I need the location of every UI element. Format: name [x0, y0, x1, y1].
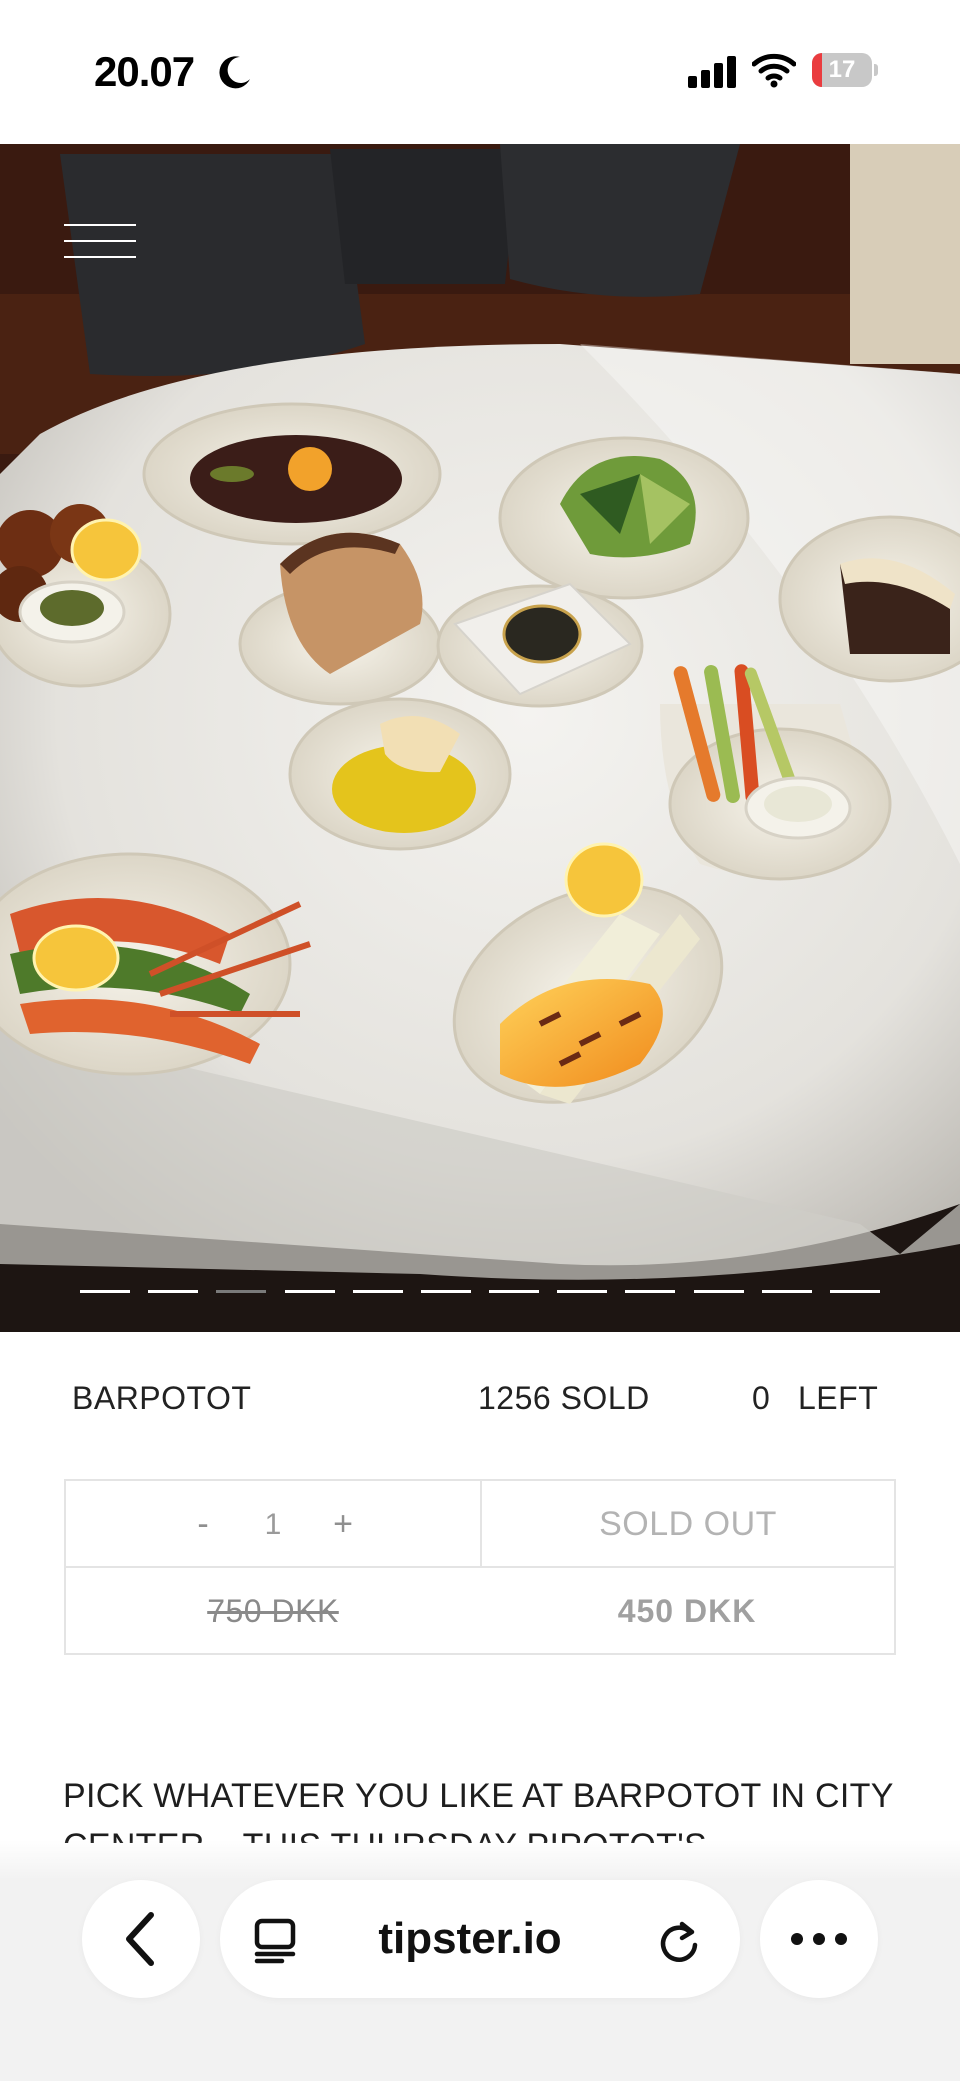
battery-level: 17	[828, 56, 856, 83]
more-icon	[791, 1933, 847, 1945]
left-label: LEFT	[798, 1380, 879, 1416]
sold-count: 1256 SOLD	[478, 1380, 650, 1416]
address-bar[interactable]: tipster.io	[220, 1880, 740, 1998]
signal-icon	[688, 56, 736, 88]
status-bar: 20.07 17	[0, 0, 960, 144]
carousel-dot[interactable]	[216, 1290, 267, 1293]
product-name: BARPOTOT	[72, 1380, 252, 1416]
menu-button[interactable]	[58, 214, 138, 258]
product-description: PICK WHATEVER YOU LIKE AT BARPOTOT IN CI…	[63, 1777, 894, 1843]
food-table-photo	[0, 144, 960, 1332]
sold-out-button[interactable]: SOLD OUT	[480, 1481, 894, 1568]
moon-icon	[219, 56, 250, 89]
status-time: 20.07	[94, 48, 195, 95]
discounted-price: 450 DKK	[617, 1593, 757, 1629]
url-text: tipster.io	[378, 1914, 562, 1963]
carousel-indicator	[80, 1290, 880, 1302]
carousel-dot[interactable]	[489, 1290, 540, 1293]
carousel-dot[interactable]	[148, 1290, 199, 1293]
more-button[interactable]	[760, 1880, 878, 1998]
hero-image[interactable]	[0, 144, 960, 1332]
carousel-dot[interactable]	[557, 1290, 608, 1293]
browser-toolbar: tipster.io	[0, 1840, 960, 2081]
sold-out-label: SOLD OUT	[599, 1505, 777, 1543]
back-icon	[126, 1912, 154, 1966]
carousel-dot[interactable]	[761, 1290, 812, 1293]
battery-icon: 17	[812, 53, 878, 87]
original-price: 750 DKK	[207, 1593, 339, 1629]
back-button[interactable]	[82, 1880, 200, 1998]
carousel-dot[interactable]	[352, 1290, 403, 1293]
carousel-dot[interactable]	[80, 1290, 130, 1293]
carousel-dot[interactable]	[420, 1290, 471, 1293]
carousel-dot[interactable]	[693, 1290, 744, 1293]
quantity-decrement-button[interactable]: -	[178, 1505, 228, 1544]
quantity-increment-button[interactable]: +	[318, 1505, 368, 1544]
product-info-row: BARPOTOT 1256 SOLD 0 LEFT	[0, 1380, 960, 1420]
quantity-value: 1	[264, 1507, 282, 1541]
carousel-dot[interactable]	[829, 1290, 880, 1293]
tabs-icon[interactable]	[252, 1918, 298, 1964]
quantity-stepper: - 1 +	[66, 1481, 480, 1568]
purchase-box: - 1 + SOLD OUT 750 DKK 450 DKK	[64, 1479, 896, 1655]
carousel-dot[interactable]	[625, 1290, 676, 1293]
reload-icon[interactable]	[656, 1918, 702, 1964]
left-count: 0	[752, 1380, 771, 1416]
carousel-dot[interactable]	[284, 1290, 335, 1293]
wifi-icon	[752, 53, 796, 88]
